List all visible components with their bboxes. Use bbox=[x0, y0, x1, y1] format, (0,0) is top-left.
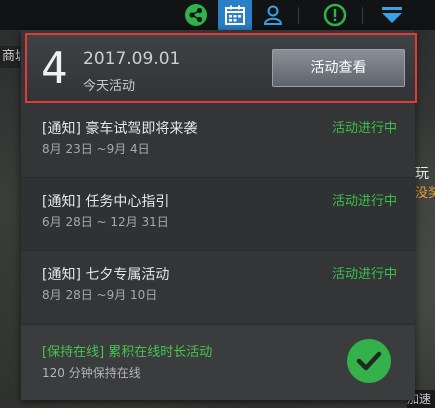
activity-item[interactable]: [通知] 豪车试驾即将来袭 8月 23日 ~9月 4日 活动进行中 bbox=[21, 105, 415, 178]
activity-status: 活动进行中 bbox=[331, 194, 397, 209]
activity-title: [通知] 七夕专属活动 bbox=[42, 267, 170, 283]
toolbar-divider bbox=[298, 7, 299, 24]
toolbar-divider bbox=[362, 7, 363, 24]
alert-icon[interactable] bbox=[318, 0, 352, 30]
activity-status: 活动进行中 bbox=[331, 121, 397, 136]
background-shop-label: 商城 bbox=[0, 46, 20, 68]
calendar-icon[interactable] bbox=[218, 0, 252, 30]
activity-title: [通知] 豪车试驾即将来袭 bbox=[42, 121, 198, 137]
background-label: 没奖 bbox=[415, 186, 435, 201]
dropdown-icon[interactable] bbox=[375, 0, 409, 30]
activity-dates: 6月 28日 ~ 12月 31日 bbox=[42, 215, 169, 229]
activity-status: 活动进行中 bbox=[331, 267, 397, 282]
activity-header: 4 2017.09.01 今天活动 活动查看 bbox=[25, 33, 417, 103]
top-toolbar bbox=[0, 0, 435, 30]
activity-item[interactable]: [通知] 七夕专属活动 8月 28日 ~9月 10日 活动进行中 bbox=[21, 251, 415, 324]
current-day: 4 bbox=[41, 43, 68, 94]
share-icon[interactable] bbox=[179, 0, 213, 30]
activity-item[interactable]: [通知] 任务中心指引 6月 28日 ~ 12月 31日 活动进行中 bbox=[21, 178, 415, 251]
checkmark-icon bbox=[347, 339, 391, 383]
activity-dates: 8月 23日 ~9月 4日 bbox=[42, 142, 150, 156]
online-activity-title: [保持在线] 累积在线时长活动 bbox=[42, 345, 213, 360]
view-activities-button[interactable]: 活动查看 bbox=[272, 49, 405, 87]
activity-dates: 8月 28日 ~9月 10日 bbox=[42, 288, 158, 302]
today-activities-label: 今天活动 bbox=[83, 79, 136, 94]
current-date: 2017.09.01 bbox=[83, 49, 181, 69]
user-icon[interactable] bbox=[256, 0, 290, 30]
activity-list: [通知] 豪车试驾即将来袭 8月 23日 ~9月 4日 活动进行中 [通知] 任… bbox=[21, 105, 415, 324]
activity-title: [通知] 任务中心指引 bbox=[42, 194, 170, 210]
online-activity-item[interactable]: [保持在线] 累积在线时长活动 120 分钟保持在线 bbox=[21, 326, 415, 400]
background-label: 玩 bbox=[415, 166, 429, 182]
online-activity-subtitle: 120 分钟保持在线 bbox=[42, 366, 141, 380]
